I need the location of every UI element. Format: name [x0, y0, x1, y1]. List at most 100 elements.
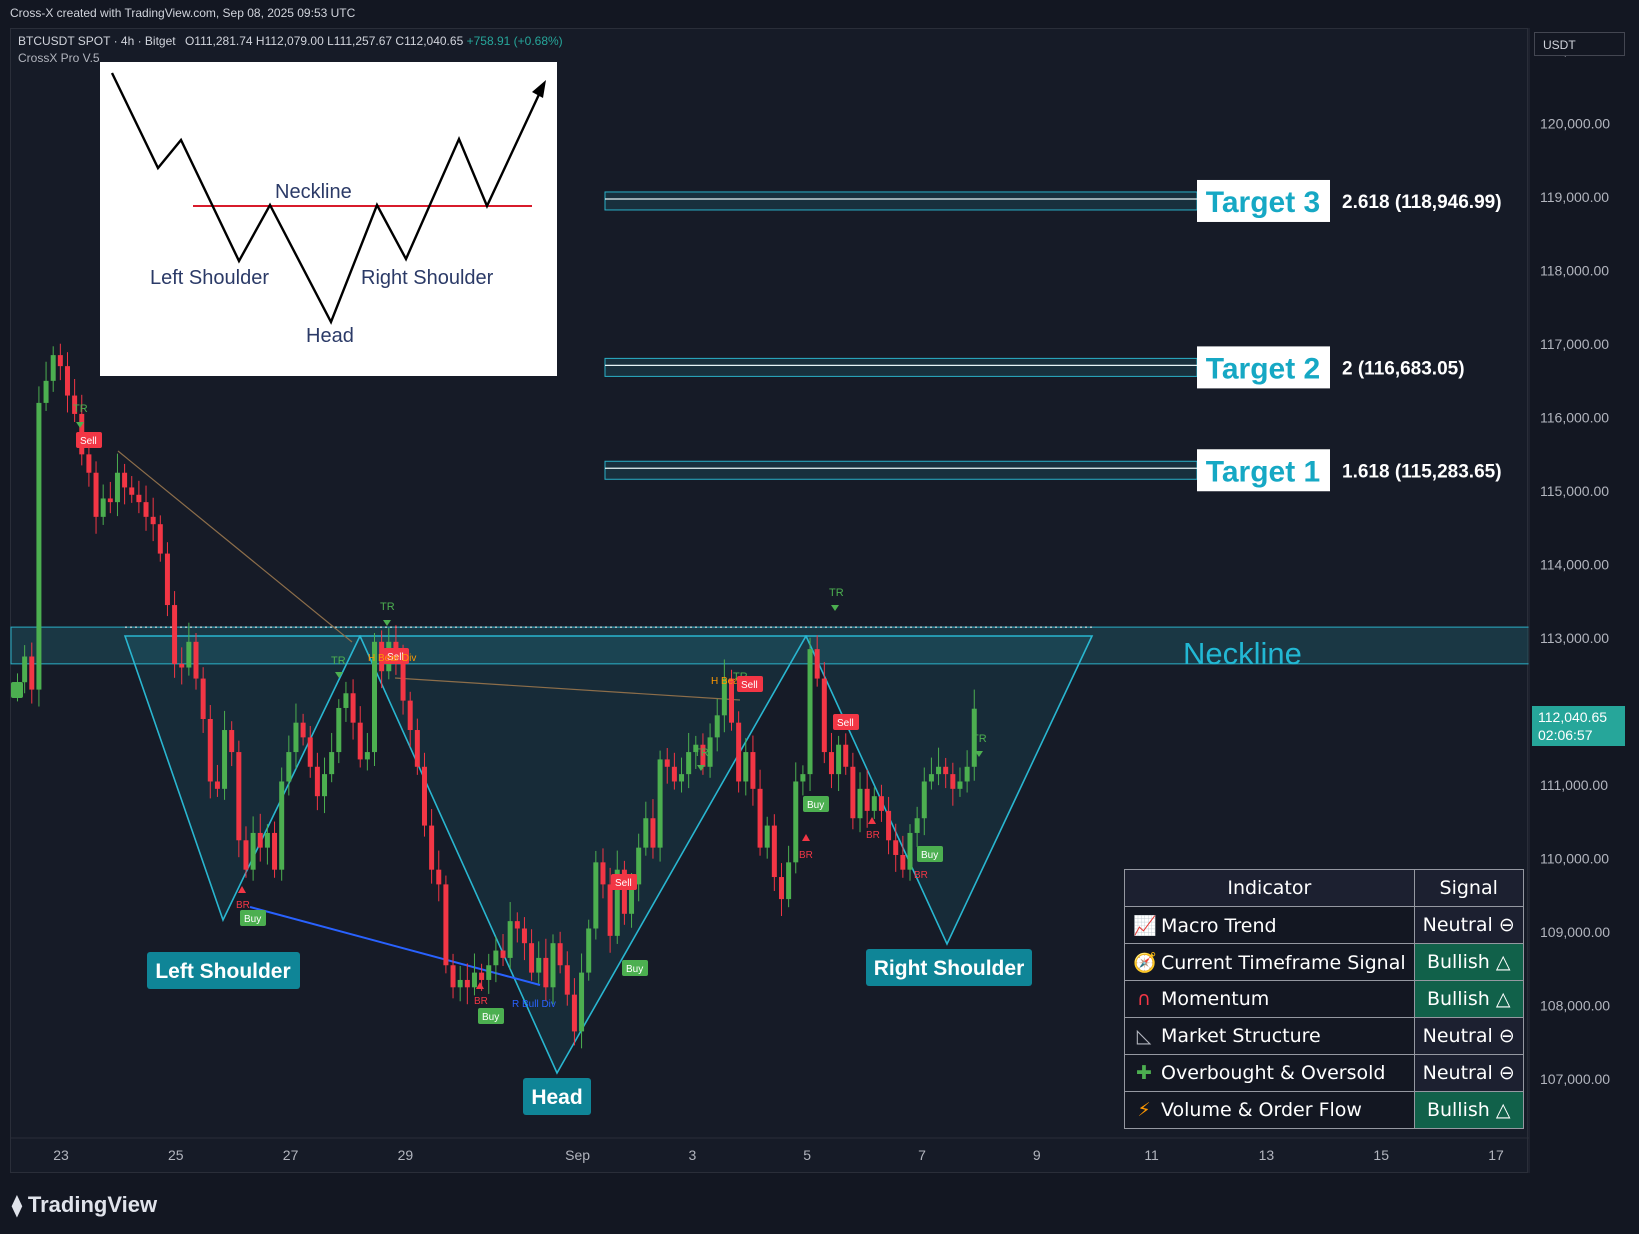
candle — [507, 921, 513, 958]
candle — [214, 781, 220, 789]
price-tick-label: 113,000.00 — [1540, 630, 1609, 646]
candle — [957, 781, 963, 789]
candle — [771, 825, 777, 878]
br-marker: BR — [236, 900, 250, 911]
candle — [300, 722, 306, 738]
time-tick-label: 3 — [689, 1147, 697, 1163]
target-label: Target 3 — [1206, 186, 1320, 219]
target-band — [604, 460, 1198, 480]
indicator-column-header: Indicator — [1124, 869, 1415, 907]
candle — [457, 979, 463, 988]
candle — [750, 752, 756, 789]
candle — [436, 869, 442, 885]
candle — [650, 818, 656, 848]
candle — [157, 524, 163, 554]
time-tick-label: Sep — [565, 1147, 590, 1163]
candle — [764, 825, 770, 848]
magnet-icon: ∩ — [1137, 988, 1151, 1010]
brown-trendline — [117, 450, 353, 643]
candle — [714, 715, 720, 738]
chart-icon: 📈 — [1133, 914, 1157, 937]
inset-neckline-label: Neckline — [275, 181, 352, 203]
currency-selector[interactable]: USDT — [1534, 32, 1625, 56]
candle — [179, 663, 185, 668]
candle — [914, 818, 920, 833]
price-tick-label: 117,000.00 — [1540, 336, 1609, 352]
target-value: 2 (116,683.05) — [1342, 358, 1465, 379]
candle — [257, 832, 263, 848]
target-label: Target 1 — [1206, 455, 1320, 488]
ohlc-open: O111,281.74 — [184, 34, 253, 48]
price-change: +758.91 (+0.68%) — [466, 34, 563, 48]
puzzle-icon: ✚ — [1136, 1062, 1152, 1084]
candle — [143, 502, 149, 517]
time-tick-label: 15 — [1373, 1147, 1389, 1163]
neckline-label: Neckline — [1183, 636, 1302, 671]
candle — [600, 862, 606, 885]
candle — [521, 928, 527, 944]
candle — [307, 737, 313, 767]
indicator-name-cell: Current Timeframe Signal — [1161, 951, 1406, 974]
indicator-name-cell: Volume & Order Flow — [1161, 1099, 1362, 1121]
candle — [186, 641, 192, 668]
signal-row-overbought: ✚ Overbought & Oversold Neutral ⊖ — [1124, 1054, 1524, 1092]
candle — [500, 950, 506, 958]
candle — [536, 957, 542, 973]
candle — [122, 472, 128, 488]
candle — [407, 700, 413, 731]
svg-text:Sell: Sell — [837, 718, 854, 729]
candle — [272, 832, 278, 870]
tradingview-logo-icon: ⧫ — [12, 1195, 22, 1217]
inset-right-shoulder-label: Right Shoulder — [361, 267, 494, 289]
signal-cell: Neutral ⊖ — [1413, 1054, 1524, 1092]
candle — [664, 759, 670, 767]
br-marker: BR — [799, 850, 813, 861]
tr-marker: TR — [972, 733, 987, 745]
candle — [543, 957, 549, 988]
candle — [150, 516, 156, 525]
time-tick-label: 5 — [803, 1147, 811, 1163]
br-arrow — [476, 982, 484, 989]
tr-marker: TR — [73, 403, 88, 415]
current-price: 112,040.65 — [1538, 709, 1607, 725]
candle — [350, 693, 356, 723]
current-price-tag: 112,040.65 02:06:57 — [1532, 706, 1625, 746]
candle — [314, 766, 320, 797]
candle — [136, 494, 142, 503]
candle — [43, 380, 49, 403]
symbol-header[interactable]: BTCUSDT SPOT · 4h · Bitget O111,281.74 H… — [18, 34, 563, 48]
price-tick-label: 115,000.00 — [1540, 483, 1609, 499]
time-tick-label: 13 — [1259, 1147, 1275, 1163]
candle — [100, 498, 106, 517]
candle — [857, 788, 863, 819]
tr-marker: TR — [331, 655, 346, 667]
time-tick-label: 25 — [168, 1147, 184, 1163]
bar-countdown: 02:06:57 — [1538, 727, 1593, 743]
candle — [222, 730, 228, 789]
target-band — [604, 357, 1198, 377]
time-axis[interactable]: 23 25 27 29 Sep 3 5 7 9 11 13 15 17 — [53, 1147, 1504, 1163]
candle — [878, 796, 884, 811]
signal-table-header: Indicator Signal — [1124, 869, 1524, 907]
candle — [900, 854, 906, 870]
tr-arrow — [383, 620, 391, 626]
price-axis[interactable]: 107,000.00 108,000.00 109,000.00 110,000.00… — [1540, 42, 1610, 1087]
right-shoulder-triangle — [804, 635, 1094, 946]
candle — [607, 884, 613, 936]
tradingview-logo[interactable]: ⧫ TradingView — [12, 1192, 157, 1218]
br-arrow — [802, 834, 810, 841]
candle — [679, 774, 685, 782]
candle — [686, 752, 692, 775]
candle — [479, 972, 485, 980]
tradingview-logo-text: TradingView — [27, 1192, 158, 1217]
price-tick-label: 118,000.00 — [1540, 263, 1609, 279]
bear-div-label: H Bear Div — [368, 653, 416, 664]
candle — [579, 972, 585, 1032]
candle — [757, 788, 763, 848]
candle — [443, 884, 449, 966]
candle — [564, 965, 570, 995]
price-tick-label: 107,000.00 — [1540, 1071, 1610, 1087]
signal-row-macro-trend: 📈 Macro Trend Neutral ⊖ — [1124, 906, 1524, 944]
chart-screenshot: Cross-X created with TradingView.com, Se… — [0, 0, 1639, 1234]
indicator-name[interactable]: CrossX Pro V.5 — [18, 51, 100, 65]
